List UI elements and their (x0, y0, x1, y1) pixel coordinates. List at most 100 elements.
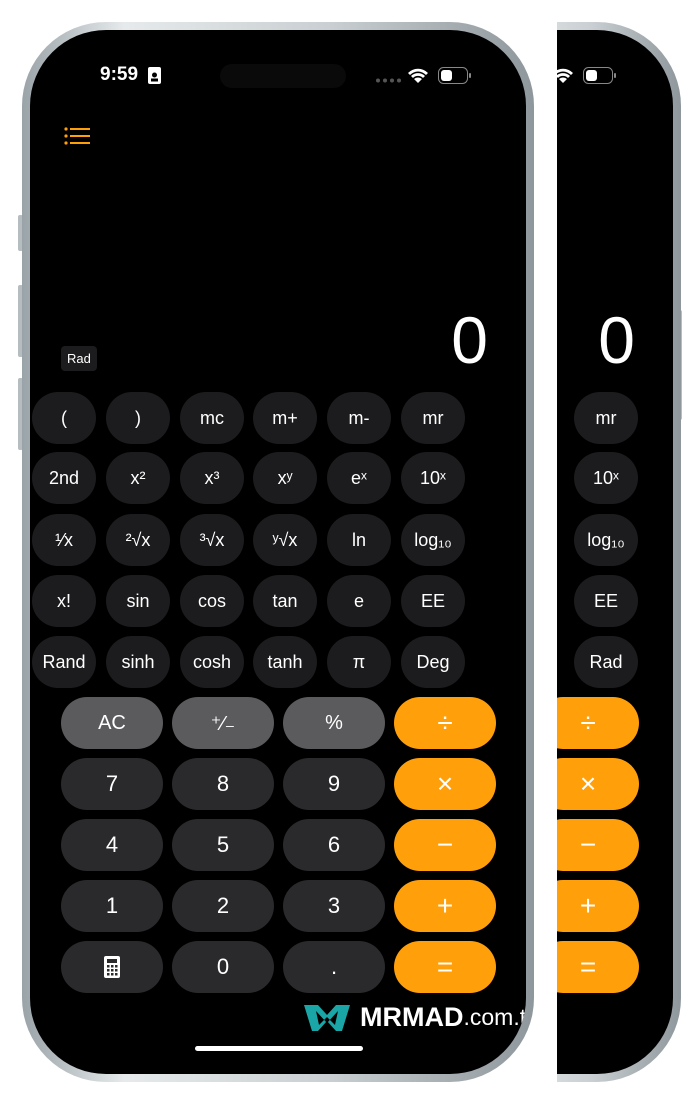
key-sci[interactable]: log₁₀ (401, 514, 465, 566)
dynamic-island (220, 64, 346, 88)
key-sci[interactable]: tanh (253, 636, 317, 688)
display-value: 0 (598, 303, 635, 377)
key-sci[interactable]: cosh (180, 636, 244, 688)
key-sci[interactable]: sin (106, 575, 170, 627)
key-label: xʸ (277, 467, 293, 488)
key-sci[interactable]: ³√x (180, 514, 244, 566)
key-sci[interactable]: xʸ (253, 452, 317, 504)
key-label: ¹⁄x (55, 529, 73, 550)
key-sci[interactable]: ln (327, 514, 391, 566)
key-label: × (436, 768, 454, 799)
key-label: tanh (267, 651, 303, 672)
key-number[interactable]: 8 (172, 758, 274, 810)
key-label: x² (130, 467, 146, 488)
key-number[interactable]: 4 (61, 819, 163, 871)
key-operator[interactable]: = (394, 941, 496, 993)
key-operator[interactable]: × (557, 758, 639, 810)
contact-card-icon (148, 67, 161, 84)
key-label: % (325, 711, 343, 734)
key-label: − (436, 829, 454, 860)
key-sci[interactable]: mc (180, 392, 244, 444)
key-label: ⁺⁄₋ (210, 712, 236, 735)
key-label: 8 (216, 771, 230, 796)
key-label: . (330, 954, 338, 979)
key-operator[interactable]: = (557, 941, 639, 993)
key-label: ÷ (580, 707, 596, 738)
key-number[interactable]: 7 (61, 758, 163, 810)
key-sci[interactable]: π (327, 636, 391, 688)
key-function[interactable]: AC (61, 697, 163, 749)
key-sci[interactable]: mr (401, 392, 465, 444)
list-icon[interactable] (64, 127, 91, 145)
key-number[interactable]: 3 (283, 880, 385, 932)
key-number[interactable]: 6 (283, 819, 385, 871)
key-sci[interactable]: 2nd (32, 452, 96, 504)
key-number[interactable] (61, 941, 163, 993)
key-sci[interactable]: Deg (401, 636, 465, 688)
key-label: π (352, 651, 366, 672)
cellular-signal-icon (376, 78, 401, 83)
key-label: mr (422, 407, 444, 428)
key-sci[interactable]: Rad (574, 636, 638, 688)
key-label: x³ (204, 467, 220, 488)
wifi-icon (408, 68, 428, 83)
key-function[interactable]: ⁺⁄₋ (172, 697, 274, 749)
key-sci[interactable]: x² (106, 452, 170, 504)
key-sci[interactable]: log₁₀ (574, 514, 638, 566)
key-sci[interactable]: eˣ (327, 452, 391, 504)
key-operator[interactable]: − (557, 819, 639, 871)
key-sci[interactable]: ¹⁄x (32, 514, 96, 566)
key-label: mr (595, 407, 617, 428)
key-label: 0 (216, 954, 230, 979)
battery-icon (583, 67, 616, 84)
key-sci[interactable]: ²√x (106, 514, 170, 566)
key-number[interactable]: 1 (61, 880, 163, 932)
key-sci[interactable]: m- (327, 392, 391, 444)
key-label: EE (420, 590, 445, 611)
key-label: log₁₀ (587, 529, 625, 550)
key-sci[interactable]: EE (401, 575, 465, 627)
key-number[interactable]: 0 (172, 941, 274, 993)
key-operator[interactable]: × (394, 758, 496, 810)
key-number[interactable]: 5 (172, 819, 274, 871)
key-sci[interactable]: sinh (106, 636, 170, 688)
key-label: cos (197, 590, 226, 611)
key-label: 10ˣ (593, 467, 619, 488)
key-label: 2nd (48, 467, 80, 488)
key-sci[interactable]: Rand (32, 636, 96, 688)
key-operator[interactable]: ÷ (557, 697, 639, 749)
key-sci[interactable]: x³ (180, 452, 244, 504)
key-label: ln (351, 529, 366, 550)
angle-mode-badge: Rad (61, 346, 97, 371)
home-indicator[interactable] (195, 1046, 363, 1051)
key-sci[interactable]: m+ (253, 392, 317, 444)
key-label: + (579, 890, 597, 921)
key-number[interactable]: . (283, 941, 385, 993)
key-sci[interactable]: 10ˣ (574, 452, 638, 504)
key-number[interactable]: 9 (283, 758, 385, 810)
key-sci[interactable]: ) (106, 392, 170, 444)
key-operator[interactable]: − (394, 819, 496, 871)
key-operator[interactable]: ÷ (394, 697, 496, 749)
status-time: 9:59 (100, 64, 139, 85)
key-label: 5 (216, 832, 230, 857)
key-label: ³√x (199, 529, 225, 550)
key-operator[interactable]: + (557, 880, 639, 932)
key-label: + (436, 890, 454, 921)
key-sci[interactable]: e (327, 575, 391, 627)
key-label: ²√x (125, 529, 151, 550)
key-label: Deg (416, 651, 450, 672)
key-sci[interactable]: tan (253, 575, 317, 627)
key-sci[interactable]: EE (574, 575, 638, 627)
key-sci[interactable]: cos (180, 575, 244, 627)
key-number[interactable]: 2 (172, 880, 274, 932)
key-sci[interactable]: ʸ√x (253, 514, 317, 566)
key-label: × (579, 768, 597, 799)
key-sci[interactable]: ( (32, 392, 96, 444)
key-label: AC (98, 711, 126, 734)
key-operator[interactable]: + (394, 880, 496, 932)
key-sci[interactable]: 10ˣ (401, 452, 465, 504)
key-function[interactable]: % (283, 697, 385, 749)
key-sci[interactable]: mr (574, 392, 638, 444)
key-sci[interactable]: x! (32, 575, 96, 627)
